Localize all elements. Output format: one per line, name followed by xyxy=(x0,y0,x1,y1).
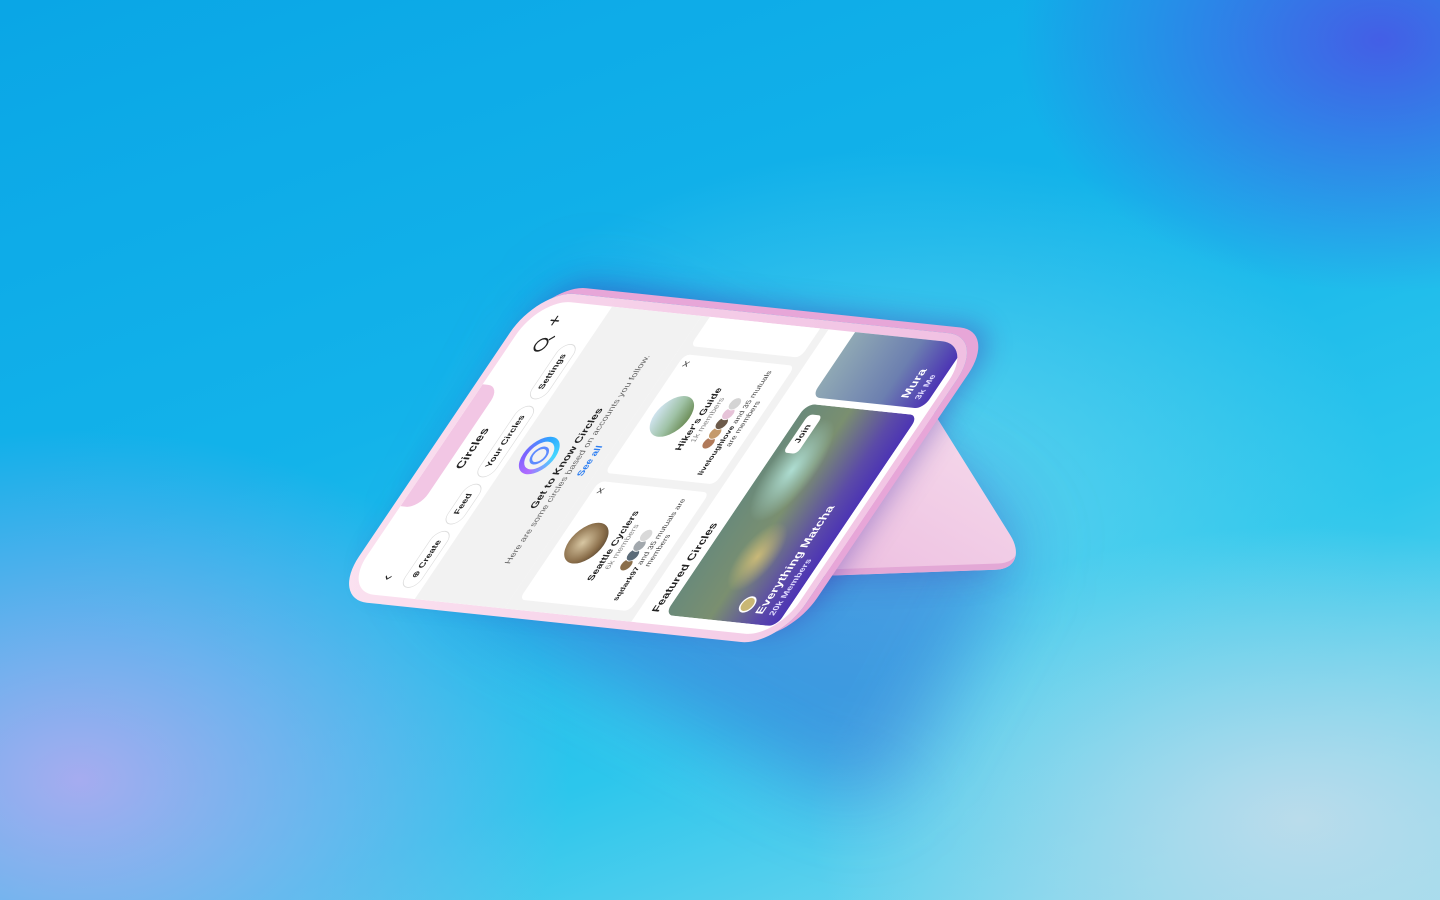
avatar xyxy=(785,299,806,308)
close-icon[interactable]: ✕ xyxy=(679,359,694,368)
close-icon[interactable]: ✕ xyxy=(593,486,608,495)
plus-icon[interactable]: + xyxy=(542,314,569,327)
background-scene: ‹ Circles + ⊕Create Feed Your Circles Se… xyxy=(0,0,1440,900)
circle-plus-icon: ⊕ xyxy=(409,570,424,579)
mutual-username: tropic xyxy=(792,299,815,320)
